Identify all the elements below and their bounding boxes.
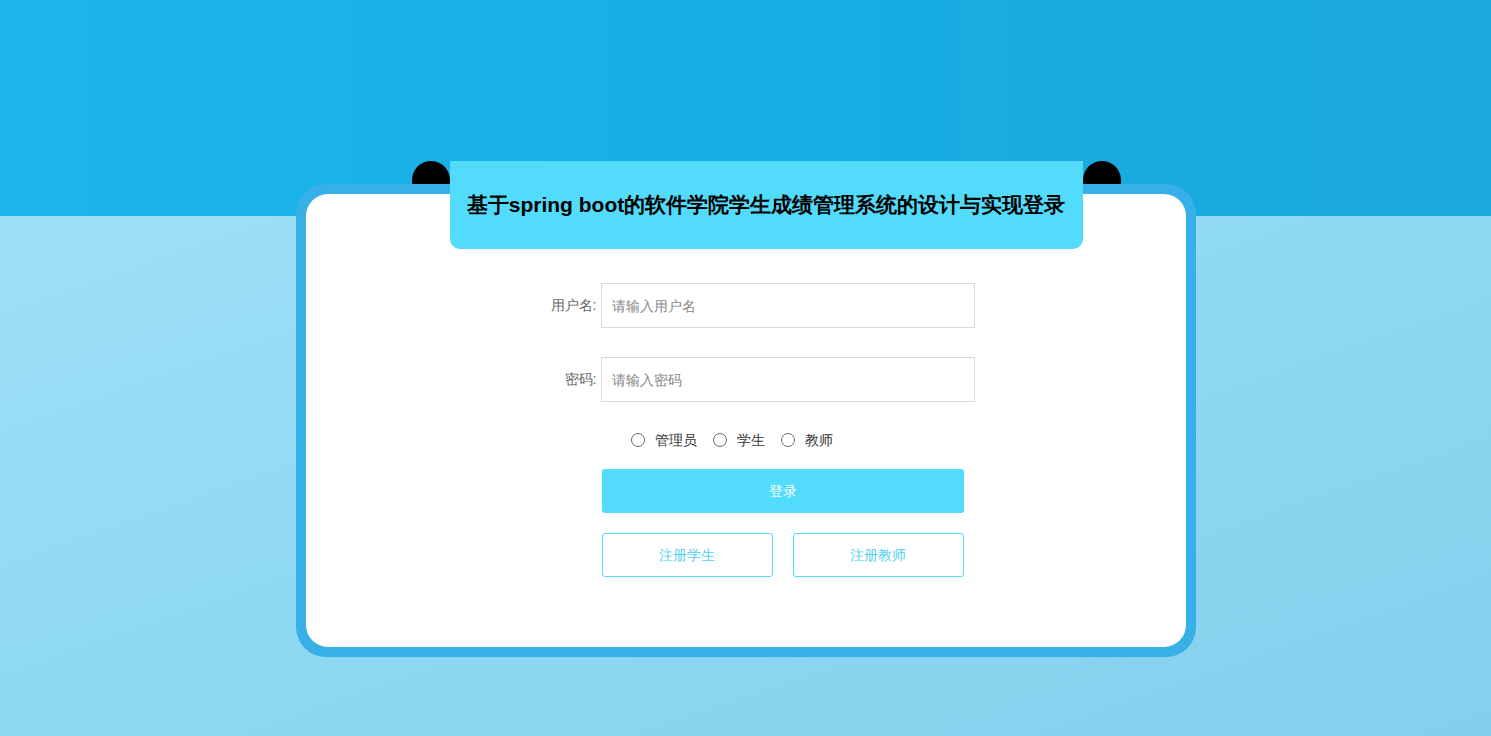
role-label: 学生 <box>737 430 765 451</box>
role-label: 教师 <box>805 430 833 451</box>
field-label: 用户名: <box>515 295 601 316</box>
register-button[interactable]: 注册学生 <box>602 533 773 577</box>
role-radio-group: 管理员 学生 教师 <box>515 425 1186 455</box>
radio-circle-icon[interactable] <box>781 433 795 447</box>
page-title: 基于spring boot的软件学院学生成绩管理系统的设计与实现登录 <box>467 191 1065 249</box>
login-page: 用户名: 密码: 管理员 学生 教师登录注册学生注册教师 基于spring boot的软件… <box>0 0 1491 736</box>
title-banner: 基于spring boot的软件学院学生成绩管理系统的设计与实现登录 <box>450 161 1083 249</box>
right-ornament <box>1083 161 1121 184</box>
form-row: 用户名: <box>515 283 1186 328</box>
register-button[interactable]: 注册教师 <box>793 533 964 577</box>
field-label: 密码: <box>515 369 601 390</box>
login-card: 用户名: 密码: 管理员 学生 教师登录注册学生注册教师 基于spring boot的软件… <box>296 184 1196 657</box>
role-radio[interactable]: 学生 <box>713 430 765 451</box>
field-input[interactable] <box>601 283 975 328</box>
radio-circle-icon[interactable] <box>713 433 727 447</box>
role-label: 管理员 <box>655 430 697 451</box>
register-row: 注册学生注册教师 <box>602 533 1186 577</box>
role-radio[interactable]: 管理员 <box>631 430 697 451</box>
role-radio[interactable]: 教师 <box>781 430 833 451</box>
login-panel: 用户名: 密码: 管理员 学生 教师登录注册学生注册教师 <box>306 194 1186 647</box>
field-input[interactable] <box>601 357 975 402</box>
form-row: 密码: <box>515 357 1186 402</box>
login-button[interactable]: 登录 <box>602 469 964 513</box>
left-ornament <box>412 161 450 184</box>
radio-circle-icon[interactable] <box>631 433 645 447</box>
